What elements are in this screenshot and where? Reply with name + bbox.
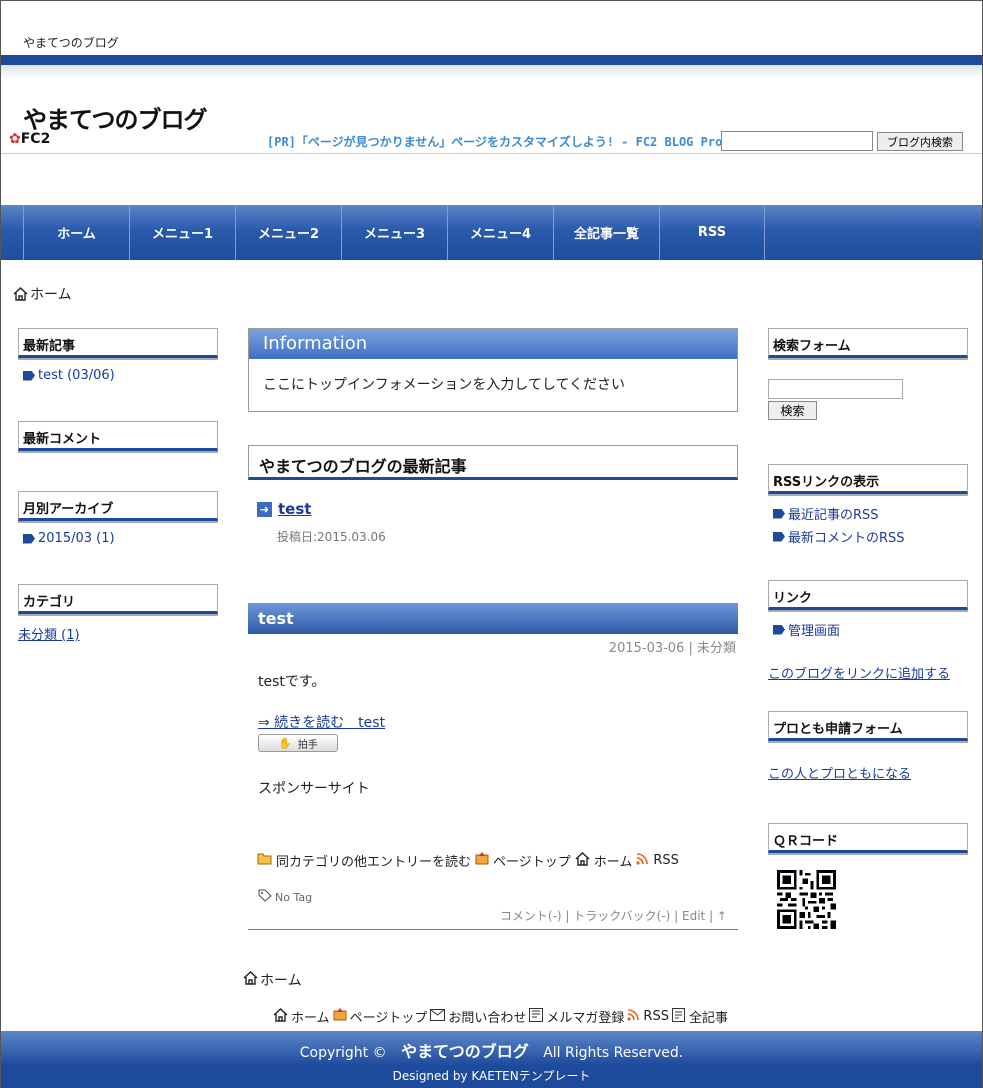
magazine-icon (529, 1007, 544, 1026)
sidebar-title-rss: RSSリンクの表示 (768, 464, 968, 494)
latest-entry-link[interactable]: test (278, 500, 311, 518)
folder-icon (257, 852, 272, 869)
top-accent-line (1, 55, 982, 65)
home-icon (13, 287, 28, 301)
page-top-icon (475, 852, 489, 869)
pr-link[interactable]: [PR]「ページが見つかりません」ページをカスタマイズしよう! - FC2 BL… (267, 133, 722, 150)
top-fade (1, 65, 982, 79)
sidebar-archive-link[interactable]: 2015/03 (1) (23, 531, 115, 546)
footer-link-all[interactable]: 全記事 (689, 1007, 728, 1026)
header-search-button[interactable]: ブログ内検索 (877, 132, 963, 151)
header-search-input[interactable] (721, 131, 873, 151)
header-divider (1, 153, 982, 154)
latest-entry-item: ➜ test (257, 500, 311, 518)
sidebar-title-qr: ＱＲコード (768, 823, 968, 853)
footer-breadcrumb-home[interactable]: ホーム (260, 970, 302, 990)
nav-item-menu2[interactable]: メニュー2 (235, 205, 341, 260)
footer-links: ホーム ページトップ お問い合わせ メルマガ登録 RSS 全記事 (273, 1007, 728, 1026)
sidebar-title-recent-entries: 最新記事 (18, 328, 218, 358)
bullet-tag-icon (23, 533, 35, 544)
entry-link-rss[interactable]: RSS (653, 853, 679, 868)
footer-link-contact[interactable]: お問い合わせ (448, 1007, 526, 1026)
sponsor-text: スポンサーサイト (258, 781, 370, 797)
bullet-tag-icon (773, 508, 785, 519)
breadcrumb-home[interactable]: ホーム (30, 284, 72, 304)
sidebar-search-button[interactable]: 検索 (768, 401, 817, 420)
sidebar-search-input[interactable] (768, 379, 903, 399)
footer-link-pagetop[interactable]: ページトップ (350, 1007, 428, 1026)
latest-entry-date: 投稿日:2015.03.06 (277, 530, 386, 544)
bullet-tag-icon (773, 624, 785, 635)
admin-link[interactable]: 管理画面 (773, 620, 840, 639)
tag-icon (258, 889, 272, 905)
sidebar-category-link[interactable]: 未分類 (1) (18, 624, 80, 643)
footer-copyright: Copyright © やまてつのブログ All Rights Reserved… (299, 1042, 684, 1061)
rss-comments-link[interactable]: 最新コメントのRSS (773, 527, 905, 546)
sidebar-title-search: 検索フォーム (768, 328, 968, 358)
home-icon (273, 1007, 288, 1026)
entry-link-category[interactable]: 同カテゴリの他エントリーを読む (276, 851, 471, 870)
sidebar-title-protomo: プロとも申請フォーム (768, 711, 968, 741)
home-icon (243, 971, 258, 989)
entry-link-pagetop[interactable]: ページトップ (493, 851, 571, 870)
entry-title[interactable]: test (248, 603, 738, 634)
footer-link-magazine[interactable]: メルマガ登録 (546, 1007, 624, 1026)
latest-entries-heading: やまてつのブログの最新記事 (248, 445, 738, 480)
nav-item-menu1[interactable]: メニュー1 (129, 205, 235, 260)
bullet-tag-icon (773, 531, 785, 542)
clap-hands-icon: ✋ (278, 736, 292, 750)
footer-blog-name[interactable]: やまてつのブログ (401, 1042, 529, 1061)
fc2-mark-icon: ✿ (9, 131, 21, 147)
sidebar-title-recent-comments: 最新コメント (18, 421, 218, 451)
nav-item-rss[interactable]: RSS (659, 205, 765, 260)
information-text: ここにトップインフォメーションを入力してしてください (263, 377, 626, 393)
rss-recent-link[interactable]: 最近記事のRSS (773, 504, 879, 523)
page-top-icon (333, 1008, 347, 1025)
sidebar-title-category: カテゴリ (18, 584, 218, 614)
footer-link-home[interactable]: ホーム (291, 1007, 330, 1026)
add-link-link[interactable]: このブログをリンクに追加する (768, 663, 950, 682)
top-bar-title: やまてつのブログ (23, 36, 119, 50)
nav-item-menu3[interactable]: メニュー3 (341, 205, 447, 260)
footer-link-rss[interactable]: RSS (643, 1009, 669, 1024)
entry-tags: No Tag (258, 889, 312, 905)
rss-icon (636, 852, 649, 869)
footer-breadcrumb: ホーム (243, 970, 302, 990)
breadcrumb: ホーム (13, 284, 72, 304)
entry-footer-links[interactable]: コメント(-) | トラックバック(-) | Edit | ↑ (500, 907, 727, 924)
fc2-logo[interactable]: ✿FC2 (9, 131, 50, 147)
mail-icon (430, 1008, 446, 1025)
home-icon (575, 851, 590, 870)
information-title: Information (249, 329, 737, 359)
entry-links: 同カテゴリの他エントリーを読む ページトップ ホーム RSS (257, 851, 679, 870)
sidebar-title-links: リンク (768, 580, 968, 610)
entry-body: testです。 (258, 674, 326, 690)
sidebar-title-archive: 月別アーカイブ (18, 491, 218, 521)
nav-item-home[interactable]: ホーム (23, 205, 129, 260)
blog-title-link[interactable]: やまてつのブログ (23, 100, 208, 135)
nav-item-all-entries[interactable]: 全記事一覧 (553, 205, 659, 260)
document-list-icon (671, 1007, 686, 1026)
qr-code (777, 870, 836, 933)
footer-designed-by[interactable]: Designed by KAETENテンプレート (1, 1067, 982, 1084)
sidebar-recent-entry-link[interactable]: test (03/06) (23, 368, 115, 383)
bullet-tag-icon (23, 370, 35, 381)
top-bar (1, 1, 982, 55)
entry-meta: 2015-03-06 | 未分類 (608, 641, 736, 656)
protomo-link[interactable]: この人とプロともになる (768, 763, 911, 782)
read-more-link[interactable]: ⇒ 続きを読む test (258, 712, 385, 732)
entry-link-home[interactable]: ホーム (594, 851, 633, 870)
arrow-right-icon: ➜ (257, 501, 272, 517)
global-nav-items: ホーム メニュー1 メニュー2 メニュー3 メニュー4 全記事一覧 RSS (23, 205, 765, 260)
nav-item-menu4[interactable]: メニュー4 (447, 205, 553, 260)
clap-button[interactable]: ✋ 拍手 (258, 734, 338, 752)
rss-icon (627, 1008, 640, 1025)
entry-divider (248, 929, 738, 930)
